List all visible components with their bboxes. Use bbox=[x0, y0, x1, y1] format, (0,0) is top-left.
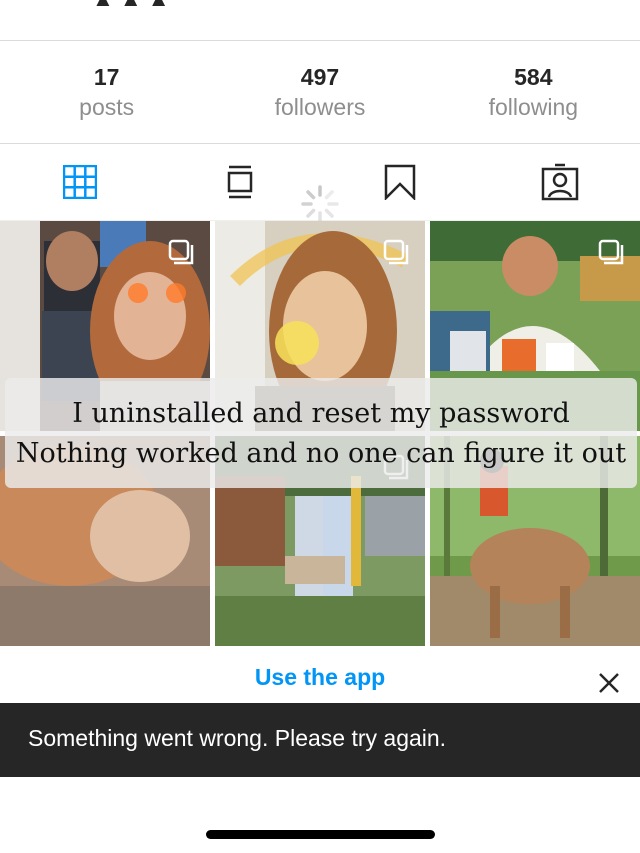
grid-icon bbox=[63, 165, 97, 199]
text-overlay-caption: I uninstalled and reset my password Noth… bbox=[5, 378, 637, 488]
tab-saved[interactable] bbox=[370, 152, 430, 212]
tagged-icon bbox=[541, 163, 579, 201]
bookmark-icon bbox=[384, 164, 416, 200]
use-app-banner: Use the app bbox=[0, 648, 640, 704]
stat-following[interactable]: 584 following bbox=[427, 41, 640, 143]
close-icon[interactable] bbox=[596, 670, 622, 696]
clipped-header-text: ▲ ▲ ▲ bbox=[92, 0, 170, 12]
caption-line-2: Nothing worked and no one can figure it … bbox=[15, 438, 627, 469]
multiple-posts-icon bbox=[168, 239, 194, 265]
stat-followers[interactable]: 497 followers bbox=[213, 41, 426, 143]
tab-tagged[interactable] bbox=[530, 152, 590, 212]
posts-label: posts bbox=[79, 94, 135, 120]
posts-count: 17 bbox=[93, 64, 120, 90]
multiple-posts-icon bbox=[383, 239, 409, 265]
header-strip: ▲ ▲ ▲ bbox=[0, 0, 640, 41]
toast-message: Something went wrong. Please try again. bbox=[28, 725, 447, 751]
following-count: 584 bbox=[514, 64, 553, 90]
followers-label: followers bbox=[274, 94, 366, 120]
tab-grid[interactable] bbox=[50, 152, 110, 212]
use-the-app-link[interactable]: Use the app bbox=[0, 664, 640, 691]
feed-icon bbox=[227, 165, 253, 199]
error-toast: Something went wrong. Please try again. bbox=[0, 703, 640, 777]
following-label: following bbox=[488, 94, 579, 120]
profile-stats: 17 posts 497 followers 584 following bbox=[0, 41, 640, 144]
tab-feed[interactable] bbox=[210, 152, 270, 212]
home-indicator[interactable] bbox=[206, 830, 435, 839]
loading-spinner-icon bbox=[301, 185, 339, 223]
followers-count: 497 bbox=[300, 64, 340, 90]
caption-line-1: I uninstalled and reset my password bbox=[72, 398, 570, 429]
stat-posts[interactable]: 17 posts bbox=[0, 41, 213, 143]
multiple-posts-icon bbox=[598, 239, 624, 265]
